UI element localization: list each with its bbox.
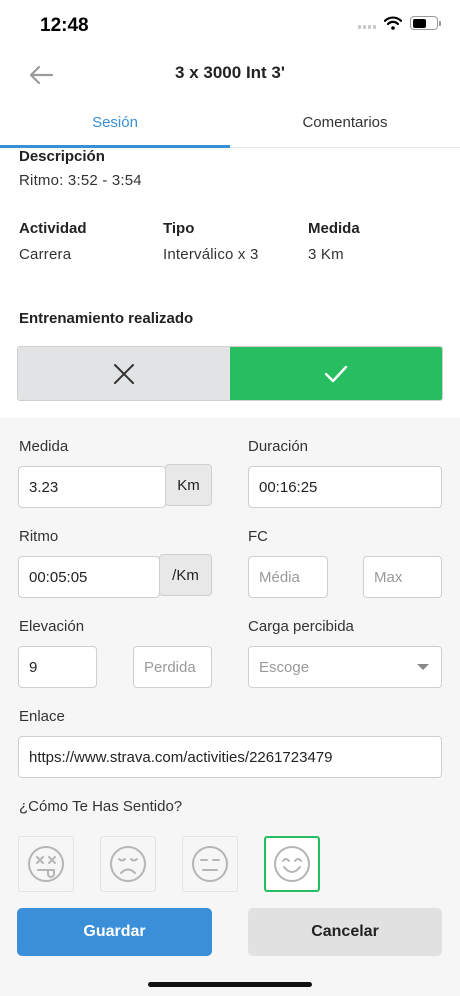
activity-value: Carrera [19,246,72,263]
status-icons [358,16,441,30]
status-bar: 12:48 [0,0,460,50]
measure-column: Medida 3 Km [308,220,360,263]
tab-bar: Sesión Comentarios [0,100,460,148]
elevation-gain-input[interactable]: 9 [18,646,97,688]
distance-unit: Km [165,464,212,506]
tab-session[interactable]: Sesión [0,100,230,148]
completed-button[interactable] [230,347,442,400]
signal-icon [358,17,376,29]
mood-option-dizzy[interactable] [18,836,74,892]
completed-label: Entrenamiento realizado [19,310,194,327]
not-completed-button[interactable] [18,347,230,400]
tab-comments[interactable]: Comentarios [230,100,460,147]
mood-option-happy[interactable] [264,836,320,892]
completed-toggle [17,346,443,401]
battery-icon [410,16,441,30]
hr-max-input[interactable]: Max [363,556,442,598]
pace-input[interactable]: 00:05:05 [18,556,160,598]
measure-label: Medida [308,220,360,237]
neutral-face-icon [192,846,228,882]
page-title: 3 x 3000 Int 3' [175,63,285,82]
elevation-label: Elevación [19,618,85,635]
duration-label: Duración [248,438,309,455]
perceived-load-label: Carga percibida [248,618,354,635]
sad-face-icon [110,846,146,882]
distance-label: Medida [19,438,69,455]
home-indicator [148,982,312,987]
session-info: Descripción Ritmo: 3:52 - 3:54 Actividad… [0,148,460,418]
pace-label: Ritmo [19,528,59,545]
duration-input[interactable]: 00:16:25 [248,466,442,508]
type-value: Interválico x 3 [163,246,259,263]
activity-label: Actividad [19,220,87,237]
chevron-down-icon [417,664,429,670]
perceived-load-select[interactable]: Escoge [248,646,442,688]
heart-rate-label: FC [248,528,268,545]
activity-column: Actividad Carrera [19,220,87,263]
type-column: Tipo Interválico x 3 [163,220,259,263]
save-button[interactable]: Guardar [17,908,212,956]
pace-unit: /Km [159,554,212,596]
hr-average-input[interactable]: Média [248,556,328,598]
description-value: Ritmo: 3:52 - 3:54 [19,172,142,189]
type-label: Tipo [163,220,195,237]
link-label: Enlace [19,708,65,725]
elevation-loss-input[interactable]: Perdida [133,646,212,688]
wifi-icon [384,16,402,30]
distance-input[interactable]: 3.23 [18,466,166,508]
measure-value: 3 Km [308,246,344,263]
description-label: Descripción [19,148,105,165]
feeling-label: ¿Cómo Te Has Sentido? [19,798,183,815]
perceived-load-placeholder: Escoge [259,658,310,676]
workout-form: Medida 3.23 Km Duración 00:16:25 Ritmo 0… [0,418,460,996]
smiling-face-icon [274,846,310,882]
checkmark-icon [324,365,348,382]
mood-option-sad[interactable] [100,836,156,892]
nav-header: 3 x 3000 Int 3' [0,50,460,100]
link-input[interactable]: https://www.strava.com/activities/226172… [18,736,442,778]
mood-option-neutral[interactable] [182,836,238,892]
cancel-button[interactable]: Cancelar [248,908,442,956]
x-icon [114,363,134,384]
status-time: 12:48 [40,15,89,36]
dizzy-face-icon [28,846,64,882]
